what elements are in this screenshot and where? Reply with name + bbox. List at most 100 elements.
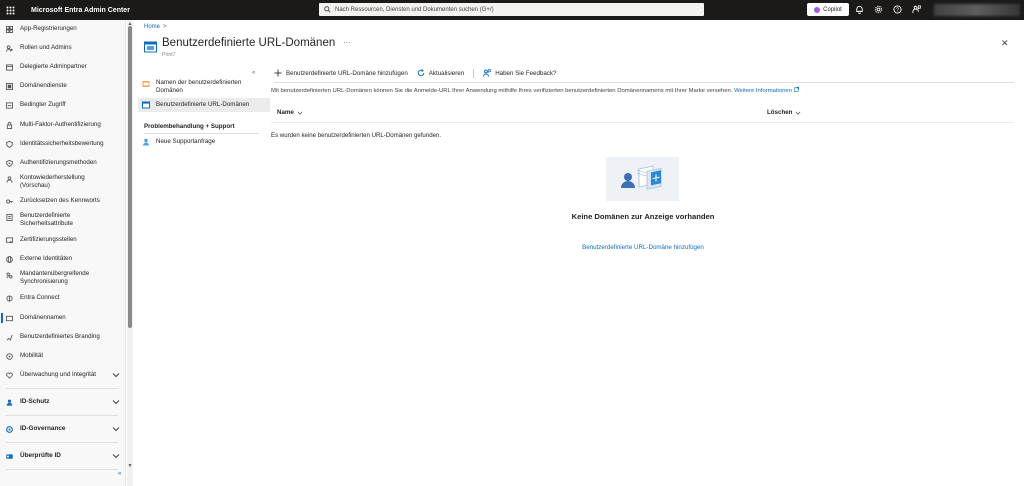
sidebar-group-label: Überprüfte ID: [20, 452, 61, 460]
sidebar-item-account-recovery[interactable]: Kontowiederherstellung (Vorschau): [0, 174, 126, 190]
help-icon[interactable]: ?: [892, 4, 903, 15]
partner-icon: [5, 63, 14, 72]
breadcrumb: Home >: [144, 24, 167, 30]
sidebar-group-label: ID-Governance: [20, 425, 66, 433]
sidebar-item-external-identities[interactable]: Externe Identitäten: [0, 254, 126, 264]
menu-item-custom-url-domains[interactable]: Benutzerdefinierte URL-Domänen: [138, 98, 270, 112]
sidebar-item-label: Externe Identitäten: [20, 255, 72, 263]
conditional-access-icon: [5, 101, 14, 110]
menu-item-new-support-request[interactable]: Neue Supportanfrage: [138, 137, 270, 149]
id-governance-icon: [5, 425, 14, 434]
sidebar-item-conditional-access[interactable]: Bedingter Zugriff: [0, 100, 126, 110]
more-options-icon[interactable]: ···: [343, 38, 351, 47]
security-score-icon: [5, 140, 14, 149]
main-content: Home > Benutzerdefinierte URL-Domänen ···…: [134, 20, 1024, 486]
sidebar-item-label: Benutzerdefiniertes Branding: [20, 333, 100, 341]
sidebar-item-domain-names[interactable]: Domänennamen: [0, 312, 126, 324]
sidebar-item-password-reset[interactable]: Zurücksetzen des Kennworts: [0, 196, 126, 206]
app-title[interactable]: Microsoft Entra Admin Center: [31, 7, 130, 14]
sidebar-item-label: Authentifizierungsmethoden: [20, 159, 97, 167]
feedback-button[interactable]: Haben Sie Feedback?: [483, 69, 556, 77]
monitoring-icon: [5, 371, 14, 380]
add-url-domain-button[interactable]: Benutzerdefinierte URL-Domäne hinzufügen: [274, 69, 408, 77]
sidebar-item-security-score[interactable]: Identitätssicherheitsbewertung: [0, 139, 126, 149]
connect-icon: [5, 294, 14, 303]
support-person-icon: [143, 138, 149, 146]
bell-icon[interactable]: [854, 4, 865, 15]
account-avatar[interactable]: [934, 4, 1020, 16]
sidebar-item-partners[interactable]: Delegierte Adminpartner: [0, 62, 126, 72]
sidebar-item-certificates[interactable]: Zertifizierungsstellen: [0, 235, 126, 245]
menu-item-custom-domain-names[interactable]: Namen der benutzerdefinierten Domänen: [138, 77, 270, 95]
sidebar-item-cross-tenant-sync[interactable]: Mandantenübergreifende Synchronisierung: [0, 270, 126, 286]
menu-item-label: Namen der benutzerdefinierten Domänen: [156, 79, 242, 94]
feedback-icon[interactable]: [911, 4, 922, 15]
sidebar-item-security-attributes[interactable]: Benutzerdefinierte Sicherheitsattribute: [0, 212, 126, 228]
sidebar-item-label: App-Registrierungen: [20, 25, 77, 33]
divider: [144, 133, 259, 134]
empty-table-message: Es wurden keine benutzerdefinierten URL-…: [271, 132, 442, 139]
sidebar-item-mfa[interactable]: Multi-Faktor-Authentifizierung: [0, 120, 126, 130]
collapse-menu-button[interactable]: «: [252, 70, 255, 76]
feedback-label: Haben Sie Feedback?: [495, 69, 557, 77]
verified-id-icon: [5, 452, 14, 461]
learn-more-link[interactable]: Weitere Informationen: [734, 88, 792, 94]
chevron-down-icon: [297, 111, 303, 115]
app-launcher-icon[interactable]: [0, 0, 20, 20]
sidebar-item-monitoring[interactable]: Überwachung und Integrität: [0, 370, 126, 380]
refresh-button[interactable]: Aktualisieren: [417, 69, 464, 77]
page-subtitle: Print7: [162, 52, 176, 58]
breadcrumb-home[interactable]: Home: [144, 24, 160, 30]
chevron-down-icon: [112, 454, 120, 459]
add-url-domain-link[interactable]: Benutzerdefinierte URL-Domäne hinzufügen: [534, 244, 752, 251]
sidebar-item-auth-methods[interactable]: Authentifizierungsmethoden: [0, 158, 126, 168]
branding-icon: [5, 333, 14, 342]
menu-item-label: Neue Supportanfrage: [156, 138, 216, 145]
svg-text:?: ?: [896, 7, 899, 13]
column-header-label: Löschen: [767, 109, 793, 116]
chevron-down-icon: [795, 111, 801, 115]
info-text: Mit benutzerdefinierten URL-Domänen könn…: [271, 86, 799, 94]
mobility-icon: [5, 352, 14, 361]
toolbar-divider: [473, 68, 475, 78]
column-header-name[interactable]: Name: [277, 109, 303, 116]
info-description: Mit benutzerdefinierten URL-Domänen könn…: [271, 88, 733, 94]
attributes-icon: [5, 213, 14, 222]
sidebar-item-app-registrations[interactable]: App-Registrierungen: [0, 24, 126, 34]
close-icon[interactable]: ✕: [1001, 38, 1009, 49]
column-header-delete[interactable]: Löschen: [767, 109, 801, 116]
collapse-sidebar-button[interactable]: «: [118, 471, 121, 477]
account-recovery-icon: [5, 175, 14, 184]
sidebar-group-verified-id[interactable]: Überprüfte ID: [0, 451, 126, 461]
sidebar-group-id-governance[interactable]: ID-Governance: [0, 424, 126, 434]
auth-methods-icon: [5, 159, 14, 168]
domain-services-icon: [5, 82, 14, 91]
sidebar-item-label: Überwachung und Integrität: [20, 371, 97, 379]
copilot-button[interactable]: Copilot: [807, 3, 849, 16]
app-grid-icon: [5, 25, 14, 34]
menu-item-label: Benutzerdefinierte URL-Domänen: [156, 101, 250, 108]
divider: [6, 388, 118, 389]
external-id-icon: [5, 255, 14, 264]
sidebar-scroll-thumb[interactable]: [128, 26, 132, 328]
feedback-icon: [483, 69, 492, 77]
column-header-label: Name: [277, 109, 294, 116]
sidebar-item-entra-connect[interactable]: Entra Connect: [0, 293, 126, 303]
sidebar-item-domain-services[interactable]: Domänendienste: [0, 81, 126, 91]
gear-icon[interactable]: [873, 4, 884, 15]
divider: [271, 122, 1014, 123]
global-search[interactable]: Nach Ressourcen, Diensten und Dokumenten…: [319, 3, 704, 16]
plus-icon: [274, 69, 282, 77]
sidebar-item-label: Mobilität: [20, 352, 44, 360]
copilot-label: Copilot: [823, 6, 842, 13]
sidebar-item-label: Bedingter Zugriff: [20, 101, 66, 109]
sidebar-item-branding[interactable]: Benutzerdefiniertes Branding: [0, 332, 126, 342]
search-icon: [324, 6, 331, 13]
sidebar-group-id-protection[interactable]: ID-Schutz: [0, 397, 126, 407]
empty-state-illustration: [606, 157, 679, 201]
sidebar-item-mobility[interactable]: Mobilität: [0, 351, 126, 361]
scroll-down-arrow[interactable]: ▼: [127, 463, 133, 469]
refresh-label: Aktualisieren: [428, 69, 465, 77]
sidebar-item-roles[interactable]: Rollen und Admins: [0, 43, 126, 53]
domain-names-icon: [5, 314, 14, 323]
